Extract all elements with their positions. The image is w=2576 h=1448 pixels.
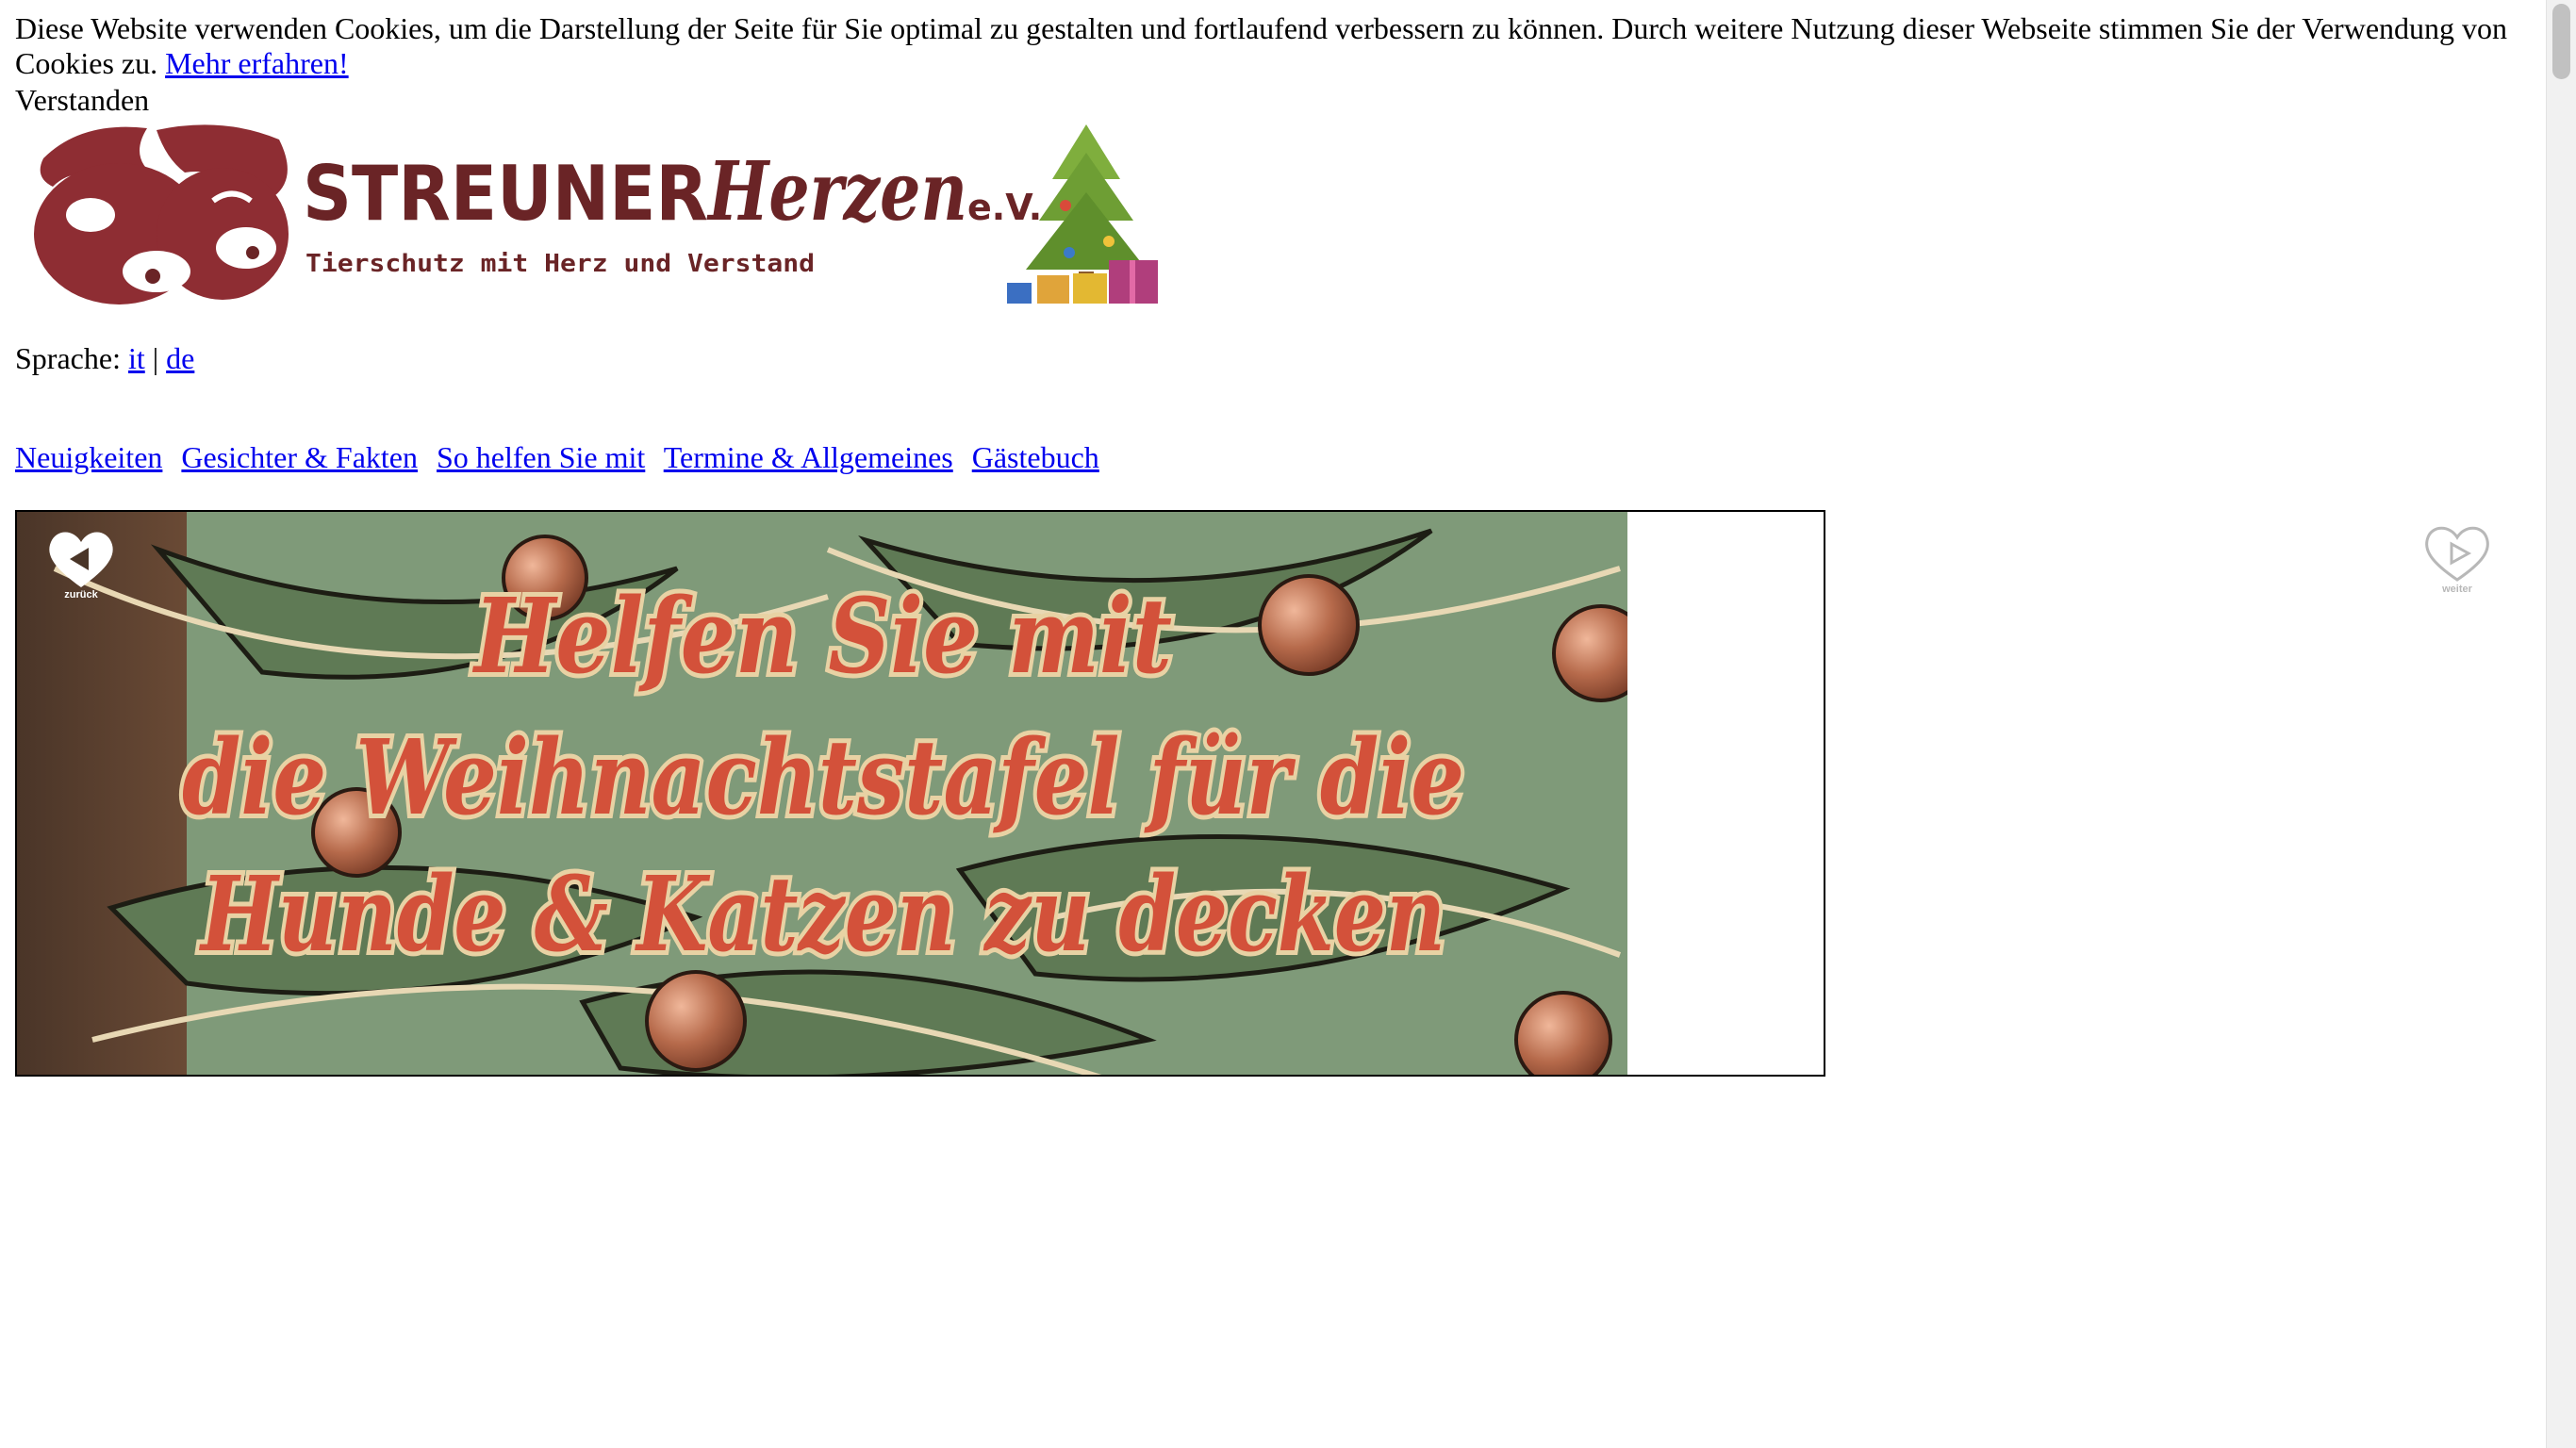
more-info-link[interactable]: Mehr erfahren! — [165, 46, 349, 80]
page-scrollbar[interactable] — [2546, 0, 2576, 1448]
slide-headline-line-2: die Weihnachtstafel für die — [182, 716, 1464, 838]
slider-next-label: weiter — [2442, 584, 2472, 595]
site-logo[interactable]: STREUNER Herzen e.V. Tierschutz mit Herz… — [15, 121, 1165, 313]
nav-item-gaestebuch[interactable]: Gästebuch — [972, 440, 1099, 474]
logo-brand-suffix: e.V. — [967, 187, 1042, 228]
cookie-banner: Diese Website verwenden Cookies, um die … — [15, 11, 2542, 81]
image-slider: Helfen Sie mit die Weihnachtstafel für d… — [15, 510, 1825, 1077]
slider-prev-button[interactable]: zurück — [45, 527, 117, 612]
nav-item-neuigkeiten[interactable]: Neuigkeiten — [15, 440, 162, 474]
nav-item-gesichter-fakten[interactable]: Gesichter & Fakten — [181, 440, 418, 474]
logo-tagline: Tierschutz mit Herz und Verstand — [305, 250, 815, 278]
dog-cat-heads-logo-icon — [34, 124, 289, 304]
language-switcher: Sprache: it | de — [15, 341, 194, 376]
cookie-accept-button[interactable]: Verstanden — [15, 83, 149, 118]
nav-item-termine-allgemeines[interactable]: Termine & Allgemeines — [664, 440, 953, 474]
heart-back-arrow-icon — [49, 532, 113, 587]
slide-headline-line-3: Hunde & Katzen zu decken — [199, 853, 1445, 975]
heart-play-arrow-icon — [2425, 526, 2489, 582]
logo-brand-primary: STREUNER — [303, 150, 708, 238]
language-separator: | — [152, 341, 159, 375]
slider-prev-label: zurück — [64, 589, 98, 601]
main-navigation: Neuigkeiten Gesichter & Fakten So helfen… — [15, 440, 1111, 475]
cookie-banner-text: Diese Website verwenden Cookies, um die … — [15, 11, 2508, 80]
scrollbar-thumb[interactable] — [2552, 4, 2570, 79]
language-label: Sprache: — [15, 341, 121, 375]
slider-next-button[interactable]: weiter — [2421, 521, 2493, 606]
christmas-banner-image[interactable]: Helfen Sie mit die Weihnachtstafel für d… — [17, 512, 1627, 1077]
logo-brand-script: Herzen — [706, 144, 967, 239]
language-option-de[interactable]: de — [166, 341, 194, 375]
language-option-it[interactable]: it — [128, 341, 145, 375]
slide-headline-line-1: Helfen Sie mit — [472, 575, 1172, 697]
nav-item-so-helfen-sie-mit[interactable]: So helfen Sie mit — [437, 440, 645, 474]
